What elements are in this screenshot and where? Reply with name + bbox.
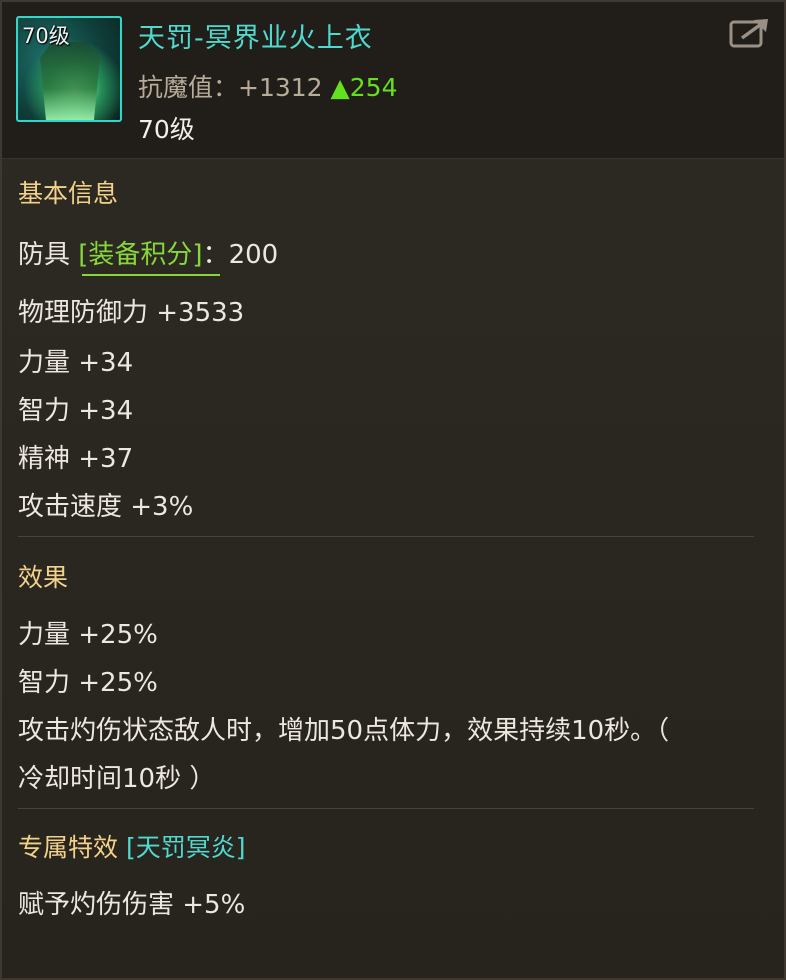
magic-resist-stat: 抗魔值：+1312 ▲254 bbox=[138, 68, 397, 104]
armor-figure bbox=[40, 42, 100, 120]
armor-prefix: 防具 bbox=[18, 240, 71, 270]
item-header: 70级 天罚-冥界业火上衣 抗魔值：+1312 ▲254 70级 bbox=[2, 2, 784, 159]
effect-row: 攻击灼伤状态敌人时，增加50点体力，效果持续10秒。（ bbox=[18, 716, 670, 746]
exclusive-effect-tag[interactable]: [天罚冥炎] bbox=[126, 833, 246, 862]
basic-stat-row: 攻击速度 +3% bbox=[18, 492, 194, 522]
item-tooltip-panel: 70级 天罚-冥界业火上衣 抗魔值：+1312 ▲254 70级 基本信息 防具… bbox=[0, 0, 786, 980]
equipment-score-link[interactable]: [装备积分] bbox=[78, 240, 202, 270]
armor-score-row: 防具 [装备积分]：200 bbox=[18, 234, 278, 271]
effect-row: 力量 +25% bbox=[18, 620, 158, 650]
equipment-score-underline bbox=[82, 274, 220, 276]
item-name: 天罚-冥界业火上衣 bbox=[138, 23, 373, 54]
basic-stat-row: 智力 +34 bbox=[18, 396, 134, 426]
magic-resist-label: 抗魔值：+1312 bbox=[138, 73, 323, 102]
basic-stat-row: 精神 +37 bbox=[18, 444, 134, 474]
effect-row: 智力 +25% bbox=[18, 668, 158, 698]
magic-resist-delta: ▲254 bbox=[330, 73, 398, 102]
section-divider bbox=[18, 536, 754, 537]
basic-info-title: 基本信息 bbox=[18, 179, 119, 208]
equipment-score-value: ：200 bbox=[202, 240, 279, 270]
icon-level-badge: 70级 bbox=[22, 24, 70, 48]
effect-title: 效果 bbox=[18, 563, 69, 592]
exclusive-effect-row: 赋予灼伤伤害 +5% bbox=[18, 890, 246, 920]
exclusive-effect-title: 专属特效 [天罚冥炎] bbox=[18, 828, 245, 864]
section-divider bbox=[18, 808, 754, 809]
basic-stat-row: 力量 +34 bbox=[18, 348, 134, 378]
export-share-icon[interactable] bbox=[728, 16, 772, 50]
armor-item-icon[interactable]: 70级 bbox=[16, 16, 122, 122]
effect-row: 冷却时间10秒 ） bbox=[18, 764, 216, 794]
required-level: 70级 bbox=[138, 115, 195, 144]
basic-stat-row: 物理防御力 +3533 bbox=[18, 298, 245, 328]
exclusive-effect-label: 专属特效 bbox=[18, 833, 119, 862]
